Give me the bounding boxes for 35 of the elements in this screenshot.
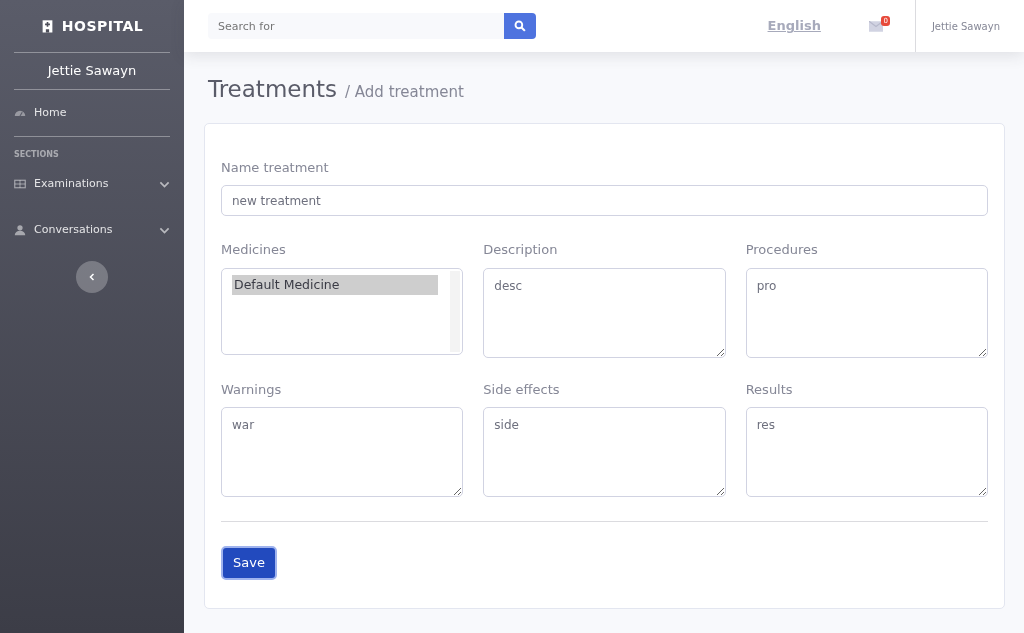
text-area[interactable]: desc bbox=[483, 267, 726, 358]
text-area[interactable]: pro bbox=[745, 267, 988, 358]
page-subtitle: / Add treatment bbox=[345, 82, 464, 103]
medicines-listbox[interactable]: Default Medicine bbox=[221, 267, 464, 355]
user-name[interactable]: Jettie Sawayn bbox=[931, 18, 1000, 34]
envelope-icon[interactable] bbox=[868, 20, 883, 32]
text-area[interactable]: war bbox=[221, 407, 464, 497]
chevron-left-icon bbox=[88, 273, 96, 281]
search-field[interactable]: Search for bbox=[208, 13, 504, 39]
user-icon bbox=[14, 224, 26, 236]
sidebar-item[interactable]: Conversations bbox=[0, 207, 184, 253]
field-label: Warnings bbox=[221, 381, 282, 397]
field-label: Medicines bbox=[221, 242, 286, 257]
text-field[interactable]: new treatment bbox=[221, 185, 988, 216]
user-name: Jettie Sawayn bbox=[47, 62, 137, 81]
save-button[interactable]: Save bbox=[221, 546, 277, 580]
field-label: Description bbox=[483, 242, 558, 257]
scrollbar[interactable] bbox=[450, 270, 461, 352]
page-title: Treatments bbox=[208, 75, 337, 104]
text-area[interactable]: res bbox=[745, 407, 988, 497]
text-area[interactable]: side bbox=[483, 407, 726, 497]
brand-name: HOSPITAL bbox=[61, 16, 144, 36]
sidebar-link[interactable]: Home bbox=[0, 90, 184, 136]
table-icon bbox=[14, 178, 26, 190]
sidebar-toggle-button[interactable] bbox=[76, 261, 108, 293]
list-option[interactable]: Default Medicine bbox=[232, 274, 439, 296]
field-label: Name treatment bbox=[221, 159, 329, 175]
field-label: Procedures bbox=[745, 242, 818, 257]
field-label: Results bbox=[745, 381, 793, 397]
field-label: Side effects bbox=[483, 381, 560, 397]
sidebar-heading: SECTIONS bbox=[13, 149, 60, 161]
search-icon bbox=[514, 20, 526, 32]
sidebar-item[interactable]: Examinations bbox=[0, 161, 184, 207]
hospital-icon bbox=[40, 19, 54, 33]
search-button[interactable] bbox=[504, 13, 536, 39]
